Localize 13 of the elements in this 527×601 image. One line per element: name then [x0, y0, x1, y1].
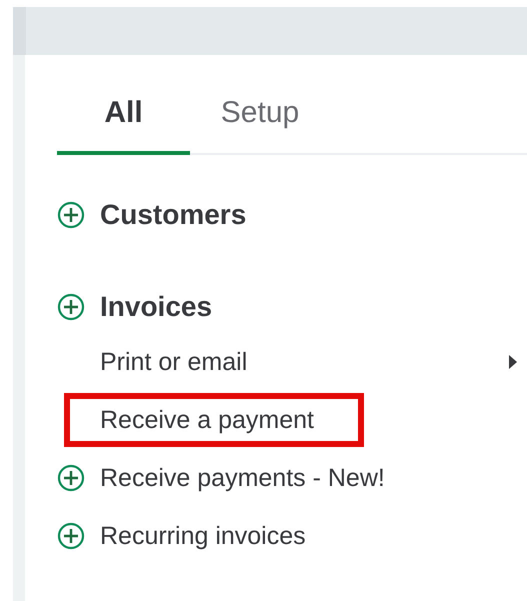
menu-link[interactable]: Receive payments - New! [100, 464, 385, 492]
menu-link[interactable]: Receive a payment [100, 406, 314, 434]
caret-icon [509, 355, 517, 369]
plus-circle-icon[interactable] [57, 522, 85, 550]
section-heading[interactable]: Customers [100, 199, 246, 231]
tab[interactable]: Setup [190, 89, 330, 155]
menu-link[interactable]: Recurring invoices [100, 522, 306, 550]
plus-circle-icon[interactable] [57, 464, 85, 492]
tab[interactable]: All [57, 89, 190, 155]
section-heading[interactable]: Invoices [100, 291, 212, 323]
plus-circle-icon[interactable] [57, 293, 85, 321]
plus-circle-icon[interactable] [57, 201, 85, 229]
menu-link[interactable]: Print or email [100, 348, 248, 376]
